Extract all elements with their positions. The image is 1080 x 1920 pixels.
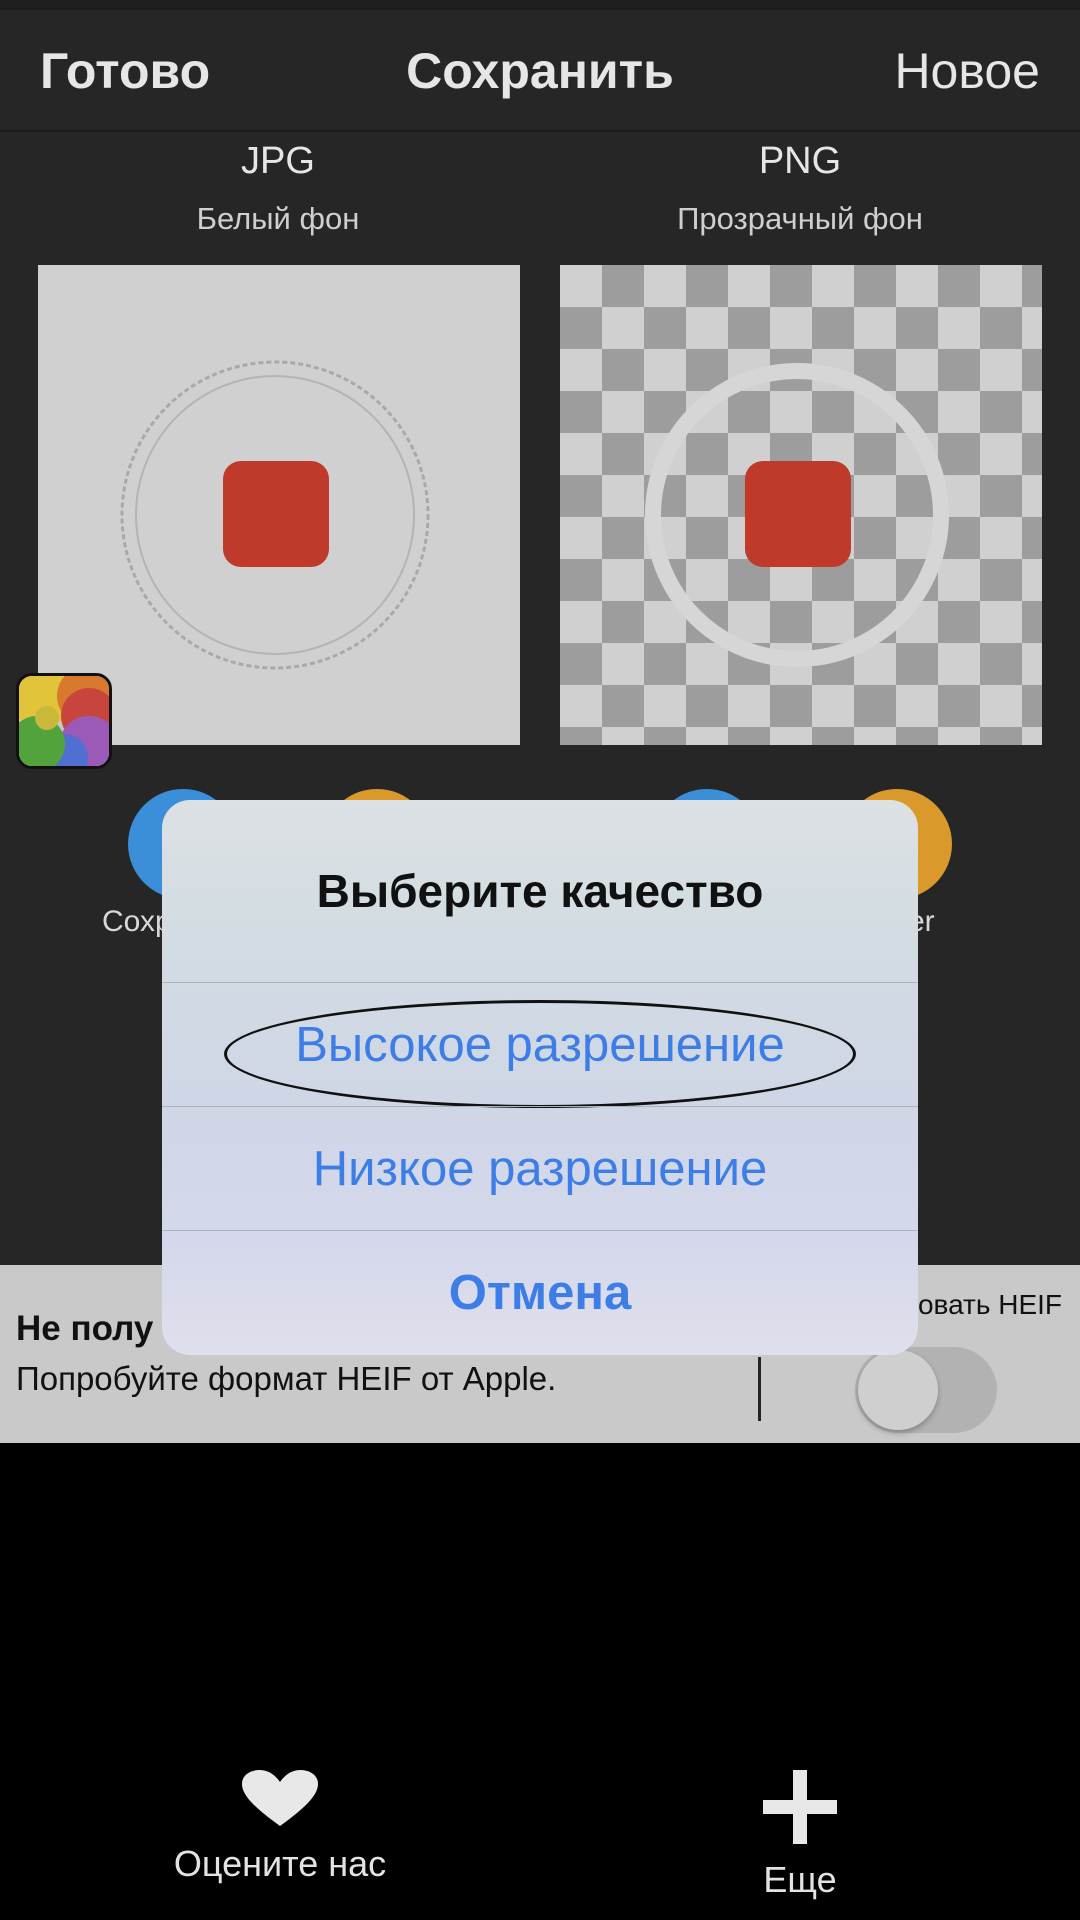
tab-rate-label: Оцените нас (173, 1843, 387, 1884)
heif-subtitle: Попробуйте формат HEIF от Apple. (16, 1360, 557, 1397)
format-name: JPG (241, 140, 315, 182)
low-resolution-button[interactable]: Низкое разрешение (162, 1106, 918, 1230)
high-resolution-label: Высокое разрешение (295, 1017, 785, 1072)
jpg-preview[interactable] (38, 265, 520, 745)
tab-more-label: Еще (763, 1859, 837, 1900)
divider (758, 1357, 761, 1421)
navigation-bar: Готово Сохранить Новое (0, 10, 1080, 132)
plus-icon (763, 1770, 837, 1844)
toggle-knob (858, 1350, 938, 1430)
format-png-header: PNG Прозрачный фон (560, 140, 1040, 237)
format-subtitle: Белый фон (196, 201, 360, 236)
tab-rate-us[interactable]: Оцените нас (130, 1770, 430, 1885)
new-button[interactable]: Новое (894, 42, 1040, 100)
format-name: PNG (758, 140, 842, 182)
record-icon-preview (120, 360, 430, 670)
low-resolution-label: Низкое разрешение (312, 1141, 768, 1196)
cancel-button[interactable]: Отмена (162, 1230, 918, 1354)
png-preview[interactable] (560, 265, 1042, 745)
heif-toggle[interactable] (855, 1347, 997, 1433)
status-bar (0, 0, 1080, 10)
format-subtitle: Прозрачный фон (677, 201, 923, 236)
photos-app-icon[interactable] (16, 673, 112, 769)
heif-toggle-label: овать HEIF (917, 1289, 1062, 1320)
heif-title: Не полу (16, 1309, 154, 1348)
cancel-label: Отмена (448, 1265, 632, 1320)
heart-icon (242, 1770, 318, 1826)
record-icon-preview (645, 363, 949, 667)
format-jpg-header: JPG Белый фон (38, 140, 518, 237)
quality-alert: Выберите качество Высокое разрешение Низ… (162, 800, 918, 1355)
alert-title: Выберите качество (316, 865, 764, 917)
tab-more[interactable]: Еще (700, 1770, 900, 1901)
high-resolution-button[interactable]: Высокое разрешение (162, 982, 918, 1108)
